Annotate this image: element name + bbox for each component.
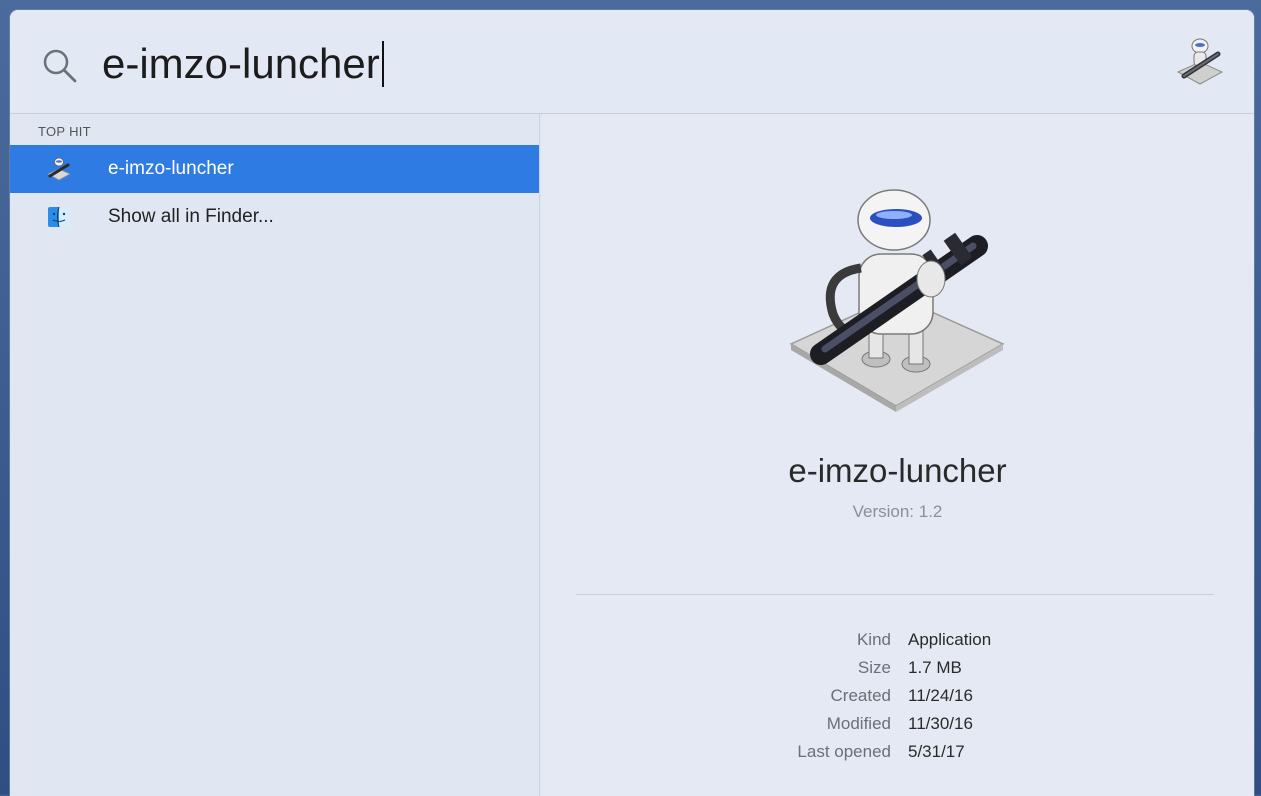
search-bar: e-imzo-luncher [10, 10, 1254, 114]
preview-title: e-imzo-luncher [788, 452, 1007, 489]
preview-version: Version: 1.2 [852, 502, 943, 521]
metadata-value: 5/31/17 [908, 742, 965, 761]
metadata-value: 11/24/16 [908, 686, 973, 705]
result-item-e-imzo-luncher[interactable]: e-imzo-luncher [10, 145, 539, 193]
metadata-value: Application [908, 630, 992, 649]
result-item-label: e-imzo-luncher [108, 158, 234, 179]
divider [576, 594, 1214, 595]
metadata-key: Created [830, 686, 891, 705]
metadata-row-modified: Modified 11/30/16 [541, 714, 1254, 742]
metadata-key: Last opened [797, 742, 891, 761]
search-input[interactable]: e-imzo-luncher [102, 32, 384, 96]
automator-icon [47, 157, 71, 181]
preview-pane: e-imzo-luncher Version: 1.2 Kind Applica… [541, 114, 1254, 796]
metadata-row-created: Created 11/24/16 [541, 686, 1254, 714]
search-icon [43, 49, 77, 83]
result-item-show-all-in-finder[interactable]: Show all in Finder... [10, 193, 539, 241]
metadata-row-last-opened: Last opened 5/31/17 [541, 742, 1254, 770]
metadata-row-size: Size 1.7 MB [541, 658, 1254, 686]
search-query-text: e-imzo-luncher [102, 40, 380, 87]
automator-icon [1176, 38, 1224, 85]
results-list: TOP HIT e-imzo-luncher Show all in Finde… [10, 114, 540, 796]
finder-icon [48, 206, 70, 228]
text-caret [381, 40, 384, 87]
metadata-key: Size [857, 658, 891, 677]
metadata-row-kind: Kind Application [541, 630, 1254, 658]
automator-icon [789, 189, 1005, 412]
metadata-key: Modified [826, 714, 891, 733]
result-item-label: Show all in Finder... [108, 206, 274, 227]
metadata-value: 1.7 MB [908, 658, 962, 677]
spotlight-window: e-imzo-luncher TOP HIT e-imzo-luncher Sh… [10, 10, 1254, 796]
metadata-key: Kind [856, 630, 891, 649]
metadata-value: 11/30/16 [908, 714, 973, 733]
section-header-top-hit: TOP HIT [38, 124, 91, 139]
